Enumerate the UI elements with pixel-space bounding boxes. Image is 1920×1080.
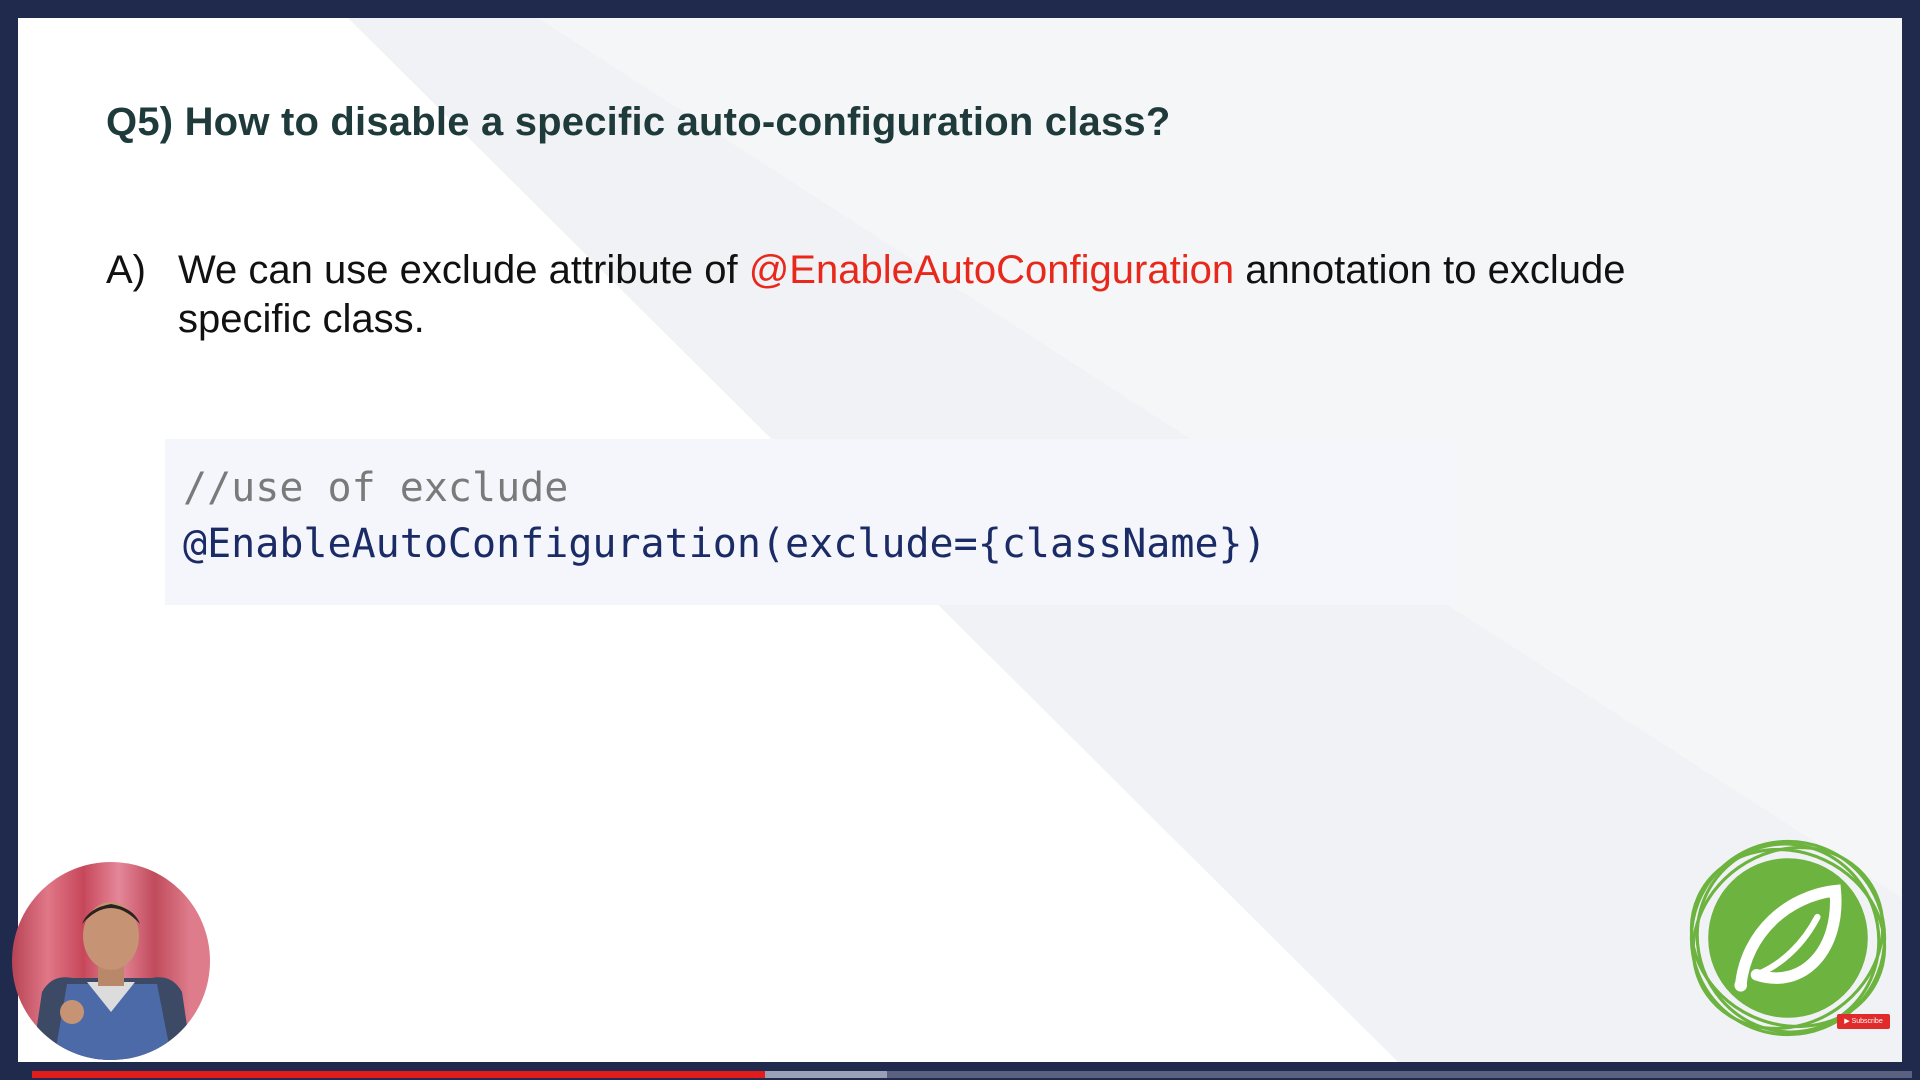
subscribe-label: Subscribe [1851, 1018, 1883, 1025]
progress-played [32, 1071, 766, 1078]
answer-marker: A) [106, 248, 146, 292]
presenter-webcam [12, 862, 210, 1060]
video-progress-bar[interactable] [32, 1071, 1912, 1078]
code-comment: //use of exclude [183, 465, 569, 511]
presenter-silhouette-icon [32, 902, 192, 1060]
answer-highlight: @EnableAutoConfiguration [748, 248, 1235, 292]
code-block: //use of exclude @EnableAutoConfiguratio… [165, 439, 1457, 605]
subscribe-button[interactable]: ▶ Subscribe [1837, 1014, 1890, 1029]
answer-text-part1: We can use exclude attribute of [178, 248, 749, 292]
answer-text: We can use exclude attribute of @EnableA… [178, 246, 1678, 344]
question-title: Q5) How to disable a specific auto-confi… [106, 100, 1171, 144]
youtube-play-icon: ▶ [1844, 1018, 1852, 1025]
slide-frame: Q5) How to disable a specific auto-confi… [18, 18, 1902, 1062]
code-annotation-line: @EnableAutoConfiguration(exclude={classN… [183, 521, 1267, 567]
spring-leaf-icon [1689, 839, 1887, 1037]
